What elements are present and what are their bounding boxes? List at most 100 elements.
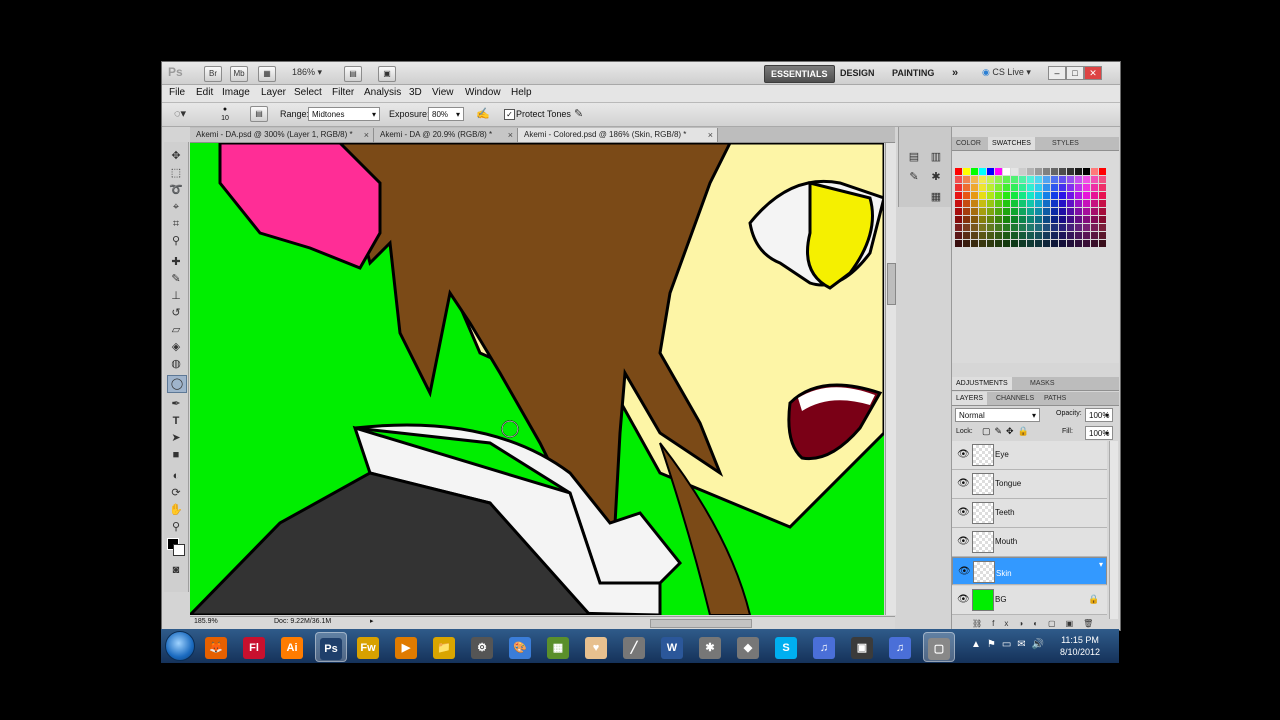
layer-bg[interactable]: 👁 BG 🔒	[952, 586, 1107, 615]
color-swatch[interactable]	[1091, 184, 1098, 191]
color-swatch[interactable]	[1091, 208, 1098, 215]
tab-channels[interactable]: CHANNELS	[992, 392, 1038, 405]
color-swatch[interactable]	[1027, 176, 1034, 183]
protect-tones-checkbox[interactable]: ✓	[504, 109, 515, 120]
color-swatch[interactable]	[995, 192, 1002, 199]
taskbar-clock[interactable]: 11:15 PM 8/10/2012	[1045, 634, 1115, 658]
color-swatch[interactable]	[1091, 224, 1098, 231]
airbrush-icon[interactable]: ✍	[476, 107, 490, 120]
status-zoom[interactable]: 185.9%	[194, 618, 218, 625]
color-swatch[interactable]	[1091, 168, 1098, 175]
minimize-button[interactable]: –	[1048, 66, 1066, 80]
color-swatch[interactable]	[1067, 200, 1074, 207]
color-swatch[interactable]	[1019, 176, 1026, 183]
taskbar-word-icon[interactable]: W	[657, 632, 687, 660]
arrange-documents-button[interactable]: ▤	[344, 66, 362, 82]
color-swatch[interactable]	[971, 216, 978, 223]
horizontal-scrollbar[interactable]	[650, 619, 752, 628]
color-swatch[interactable]	[1027, 200, 1034, 207]
paint-bucket-icon[interactable]: ◈	[167, 339, 185, 355]
canvas-vertical-scrollbar[interactable]	[885, 143, 896, 615]
color-swatch[interactable]	[1051, 216, 1058, 223]
color-swatch[interactable]	[1099, 208, 1106, 215]
color-swatch[interactable]	[1043, 240, 1050, 247]
color-swatch[interactable]	[1035, 216, 1042, 223]
color-swatch[interactable]	[1043, 224, 1050, 231]
layer-mouth[interactable]: 👁 Mouth	[952, 528, 1107, 557]
taskbar-flash-icon[interactable]: Fl	[239, 632, 269, 660]
color-swatch[interactable]	[955, 224, 962, 231]
history-brush-icon[interactable]: ↺	[167, 305, 185, 321]
color-swatch[interactable]	[987, 216, 994, 223]
color-swatch[interactable]	[955, 240, 962, 247]
color-swatch[interactable]	[979, 232, 986, 239]
layer-actions-bar[interactable]: ⛓fx◑◐▢▣🗑	[952, 619, 1119, 629]
color-swatch[interactable]	[1043, 200, 1050, 207]
tab-akemi-da-psd[interactable]: Akemi - DA.psd @ 300% (Layer 1, RGB/8) *…	[190, 128, 374, 142]
taskbar-app-icon[interactable]: ▢	[923, 632, 955, 662]
color-swatch[interactable]	[955, 200, 962, 207]
color-swatch[interactable]	[1091, 232, 1098, 239]
color-swatch[interactable]	[979, 176, 986, 183]
color-swatch[interactable]	[963, 216, 970, 223]
color-swatch[interactable]	[1083, 176, 1090, 183]
tab-paths[interactable]: PATHS	[1040, 392, 1070, 405]
system-tray[interactable]: ▲⚑▭✉🔊	[971, 639, 1050, 650]
actions-panel-icon[interactable]: ▥	[927, 149, 945, 165]
color-swatch[interactable]	[1099, 216, 1106, 223]
blend-mode-select[interactable]: Normal	[955, 408, 1040, 423]
color-swatch[interactable]	[1027, 192, 1034, 199]
brush-size-picker[interactable]: ● 10	[212, 105, 238, 124]
workspace-painting[interactable]: PAINTING	[886, 65, 940, 81]
tab-akemi-colored[interactable]: Akemi - Colored.psd @ 186% (Skin, RGB/8)…	[518, 128, 718, 142]
lasso-tool-icon[interactable]: ➰	[167, 182, 185, 198]
taskbar-media-player-icon[interactable]: ▶	[391, 632, 421, 660]
crop-tool-icon[interactable]: ⌗	[167, 216, 185, 232]
pen-tool-icon[interactable]: ✒	[167, 396, 185, 412]
path-select-icon[interactable]: ➤	[167, 430, 185, 446]
color-swatch[interactable]	[1051, 232, 1058, 239]
maximize-button[interactable]: □	[1066, 66, 1084, 80]
color-swatch[interactable]	[1003, 216, 1010, 223]
color-swatch[interactable]	[1011, 200, 1018, 207]
taskbar-paint-icon[interactable]: 🎨	[505, 632, 535, 660]
clone-stamp-icon[interactable]: ⊥	[167, 288, 185, 304]
visibility-eye-icon[interactable]: 👁	[957, 536, 970, 548]
color-swatch[interactable]	[1083, 240, 1090, 247]
color-swatch[interactable]	[995, 168, 1002, 175]
color-swatch[interactable]	[1003, 224, 1010, 231]
3d-rotate-icon[interactable]: ◐	[167, 468, 185, 484]
screen-mode-button[interactable]: ▣	[378, 66, 396, 82]
color-swatch[interactable]	[1011, 216, 1018, 223]
color-swatch[interactable]	[979, 224, 986, 231]
color-swatch[interactable]	[987, 240, 994, 247]
color-swatch[interactable]	[979, 208, 986, 215]
color-swatch[interactable]	[1067, 168, 1074, 175]
eyedropper-tool-icon[interactable]: ⚲	[167, 233, 185, 249]
taskbar-fireworks-icon[interactable]: Fw	[353, 632, 383, 660]
color-swatch[interactable]	[995, 232, 1002, 239]
color-swatch[interactable]	[1043, 168, 1050, 175]
dodge-tool-icon[interactable]: ◯	[167, 375, 187, 393]
color-swatch[interactable]	[1035, 240, 1042, 247]
color-swatch[interactable]	[1075, 192, 1082, 199]
cs-live-button[interactable]: ◉ CS Live ▾	[982, 67, 1031, 78]
taskbar-illustrator-icon[interactable]: Ai	[277, 632, 307, 660]
color-swatch[interactable]	[963, 224, 970, 231]
status-menu-arrow-icon[interactable]: ▸	[370, 617, 374, 625]
menu-window[interactable]: Window	[465, 87, 501, 98]
color-swatch[interactable]	[963, 232, 970, 239]
color-swatch[interactable]	[1059, 168, 1066, 175]
layer-skin[interactable]: 👁 Skin	[952, 557, 1107, 585]
color-swatch[interactable]	[995, 200, 1002, 207]
taskbar-firefox-icon[interactable]: 🦊	[201, 632, 231, 660]
color-swatch[interactable]	[1075, 216, 1082, 223]
menu-image[interactable]: Image	[222, 87, 250, 98]
color-swatch[interactable]	[1083, 224, 1090, 231]
visibility-eye-icon[interactable]: 👁	[957, 594, 970, 606]
menu-3d[interactable]: 3D	[409, 87, 422, 98]
color-swatch[interactable]	[987, 184, 994, 191]
color-swatch[interactable]	[979, 184, 986, 191]
color-swatch[interactable]	[1059, 208, 1066, 215]
color-swatch[interactable]	[1051, 208, 1058, 215]
